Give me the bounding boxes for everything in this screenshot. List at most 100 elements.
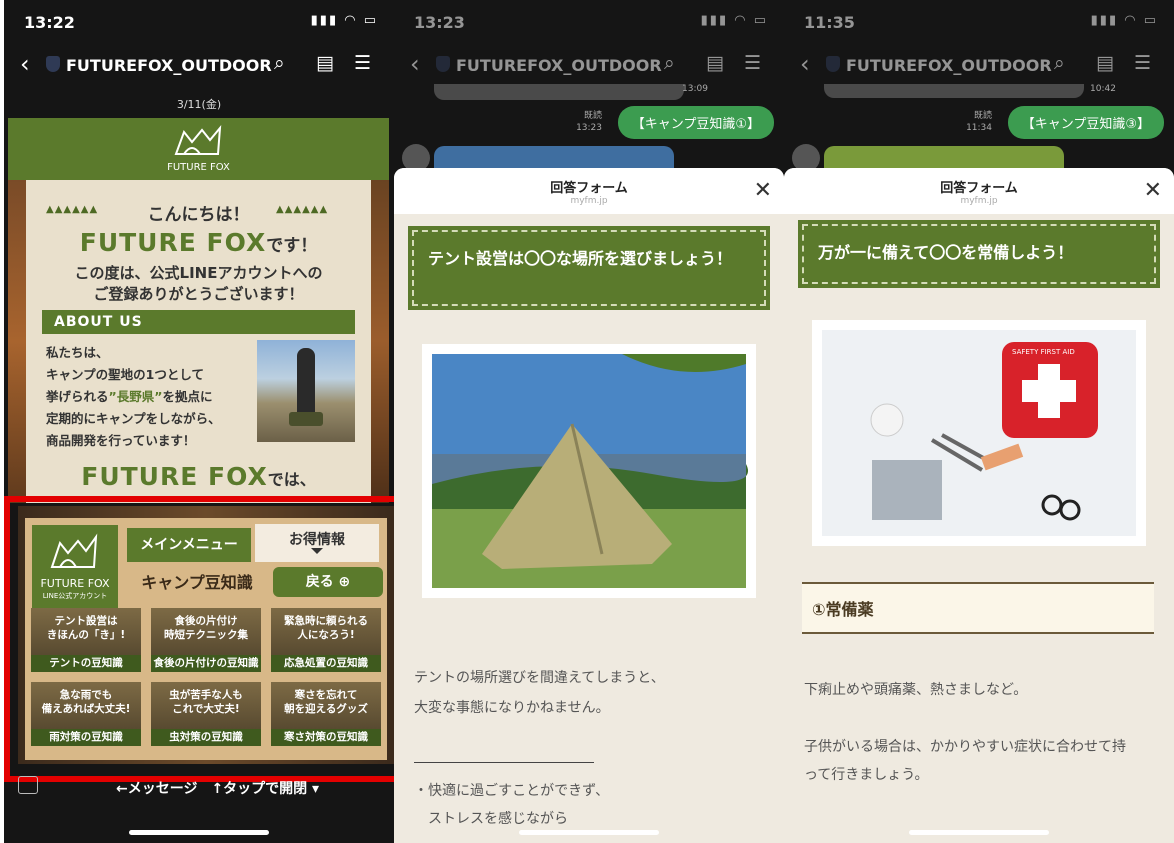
section-heading: ①常備薬: [802, 582, 1154, 634]
sent-time: 13:23: [576, 123, 602, 133]
question-banner: 万が一に備えて〇〇を常備しよう！: [798, 220, 1160, 288]
previous-time: 10:42: [1090, 84, 1116, 94]
chat-header: ‹ FUTUREFOX_OUTDOOR ⌕ ▤ ☰: [4, 48, 394, 84]
form-title: 回答フォーム: [550, 181, 628, 196]
about-line: キャンプの聖地の1つとして: [46, 367, 204, 382]
about-line: 商品開発を行っています！: [46, 433, 196, 448]
verified-shield-icon: [826, 56, 840, 72]
sent-message[interactable]: 【キャンプ豆知識③】: [1007, 106, 1164, 139]
status-bar: 11:35 ▮▮▮ ◠ ▭: [784, 0, 1174, 44]
menu-icon[interactable]: ☰: [1134, 52, 1151, 74]
account-name: FUTUREFOX_OUTDOOR: [846, 56, 1052, 75]
about-line: 定期的にキャンプをしながら、: [46, 411, 221, 426]
sent-message[interactable]: 【キャンプ豆知識①】: [617, 106, 774, 139]
thanks-line-1: この度は、公式LINEアカウントへの: [74, 264, 323, 282]
brand-suffix: では、: [267, 470, 316, 489]
status-bar: 13:23 ▮▮▮ ◠ ▭: [394, 0, 784, 44]
chat-header: ‹ FUTUREFOX_OUTDOOR ⌕ ▤ ☰: [784, 48, 1174, 84]
chat-header: ‹ FUTUREFOX_OUTDOOR ⌕ ▤ ☰: [394, 48, 784, 84]
about-line: 私たちは、: [46, 345, 109, 360]
read-receipt: 既読 13:23: [574, 110, 602, 134]
search-icon[interactable]: ⌕: [1054, 52, 1065, 74]
read-label: 既読: [973, 111, 992, 121]
status-bar: 13:22 ▮▮▮ ◠ ▭: [4, 0, 394, 44]
sent-time: 11:34: [966, 123, 992, 133]
answer-form-sheet: 回答フォーム myfm.jp ✕ 万が一に備えて〇〇を常備しよう！ SAFETY…: [784, 168, 1174, 843]
thanks-line-2: ご登録ありがとうございます！: [93, 285, 304, 303]
home-indicator: [909, 830, 1049, 835]
nagano-highlight: ”長野県”: [108, 389, 163, 404]
keyboard-icon[interactable]: [18, 776, 38, 794]
search-icon[interactable]: ⌕: [274, 52, 285, 74]
notes-icon[interactable]: ▤: [706, 52, 724, 74]
desc-line-1: テントの場所選びを間違えてしまうと、: [414, 670, 665, 686]
previous-message: [824, 84, 1084, 98]
signal-wifi-battery-icon: ▮▮▮ ◠ ▭: [1090, 13, 1158, 28]
previous-time: 13:09: [682, 84, 708, 94]
brand-name: FUTURE FOX: [81, 462, 268, 491]
tent-illustration: [432, 354, 749, 588]
brand-name: FUTURE FOX: [79, 228, 267, 257]
form-title: 回答フォーム: [940, 181, 1018, 196]
person-figure: [297, 348, 315, 418]
desc-line-1: 下痢止めや頭痛薬、熱さましなど。: [804, 682, 1028, 698]
date-label: 3/11(金): [176, 98, 222, 111]
first-aid-photo: SAFETY FIRST AID: [812, 320, 1146, 546]
notes-icon[interactable]: ▤: [1096, 52, 1114, 74]
fox-logo-icon: [174, 124, 222, 155]
previous-message: [434, 84, 684, 100]
back-arrow-icon[interactable]: ‹: [20, 50, 30, 78]
form-domain: myfm.jp: [960, 196, 998, 206]
first-aid-illustration: SAFETY FIRST AID: [822, 330, 1136, 536]
about-text-part: を拠点に: [162, 389, 213, 404]
close-icon[interactable]: ✕: [754, 178, 772, 203]
brand-suffix: です！: [266, 236, 318, 256]
phone-screen-2: 13:23 ▮▮▮ ◠ ▭ ‹ FUTUREFOX_OUTDOOR ⌕ ▤ ☰ …: [394, 0, 784, 843]
notes-icon[interactable]: ▤: [316, 52, 334, 74]
form-domain: myfm.jp: [570, 196, 608, 206]
future-fox-line: FUTURE FOXでは、: [8, 462, 389, 491]
tent-photo: [422, 344, 756, 598]
person-photo: [257, 340, 355, 442]
read-receipt: 既読 11:34: [964, 110, 992, 134]
question-text: 万が一に備えて〇〇を常備しよう！: [802, 224, 1156, 284]
signal-wifi-battery-icon: ▮▮▮ ◠ ▭: [310, 13, 378, 28]
phone-screen-1: 13:22 ▮▮▮ ◠ ▭ ‹ FUTUREFOX_OUTDOOR ⌕ ▤ ☰ …: [4, 0, 394, 843]
kit-label: SAFETY FIRST AID: [1012, 348, 1075, 356]
search-icon[interactable]: ⌕: [664, 52, 675, 74]
phone-screen-3: 11:35 ▮▮▮ ◠ ▭ ‹ FUTUREFOX_OUTDOOR ⌕ ▤ ☰ …: [784, 0, 1174, 843]
account-name: FUTUREFOX_OUTDOOR: [66, 56, 272, 75]
signal-wifi-battery-icon: ▮▮▮ ◠ ▭: [700, 13, 768, 28]
status-time: 11:35: [804, 13, 855, 32]
desc-line-2: 子供がいる場合は、かかりやすい症状に合わせて持: [804, 739, 1126, 755]
back-arrow-icon[interactable]: ‹: [410, 50, 420, 78]
about-text: 私たちは、 キャンプの聖地の1つとして 挙げられる”長野県”を拠点に 定期的にキ…: [46, 342, 251, 452]
rich-menu-toggle-label[interactable]: ←メッセージ ↑タップで開閉 ▾: [116, 778, 319, 798]
menu-icon[interactable]: ☰: [354, 52, 371, 74]
status-time: 13:23: [414, 13, 465, 32]
brand-line: FUTURE FOXです！: [8, 228, 389, 257]
home-indicator: [129, 830, 269, 835]
about-us-heading: ABOUT US: [42, 310, 355, 334]
read-label: 既読: [583, 111, 602, 121]
card-brand-label: FUTURE FOX: [167, 162, 230, 173]
highlight-box: [4, 496, 394, 782]
card-header: FUTURE FOX: [8, 118, 389, 180]
verified-shield-icon: [436, 56, 450, 72]
divider: [414, 762, 594, 763]
verified-shield-icon: [46, 56, 60, 72]
desc-line-2: 大変な事態になりかねません。: [414, 700, 610, 716]
about-text-part: 挙げられる: [46, 389, 109, 404]
close-icon[interactable]: ✕: [1144, 178, 1162, 203]
status-time: 13:22: [24, 13, 75, 32]
back-arrow-icon[interactable]: ‹: [800, 50, 810, 78]
desc-line-3: って行きましょう。: [804, 767, 929, 783]
thanks-text: この度は、公式LINEアカウントへの ご登録ありがとうございます！: [8, 263, 389, 305]
bag-figure: [289, 412, 323, 426]
welcome-message-card[interactable]: FUTURE FOX ▲▲▲▲▲▲ ▲▲▲▲▲▲ こんにちは！ FUTURE F…: [8, 118, 389, 503]
answer-form-sheet: 回答フォーム myfm.jp ✕ テント設営は〇〇な場所を選びましょう！ テント…: [394, 168, 784, 843]
about-line: 挙げられる”長野県”を拠点に: [46, 386, 251, 408]
menu-icon[interactable]: ☰: [744, 52, 761, 74]
image-message: [824, 146, 1064, 170]
image-message: [434, 146, 674, 170]
